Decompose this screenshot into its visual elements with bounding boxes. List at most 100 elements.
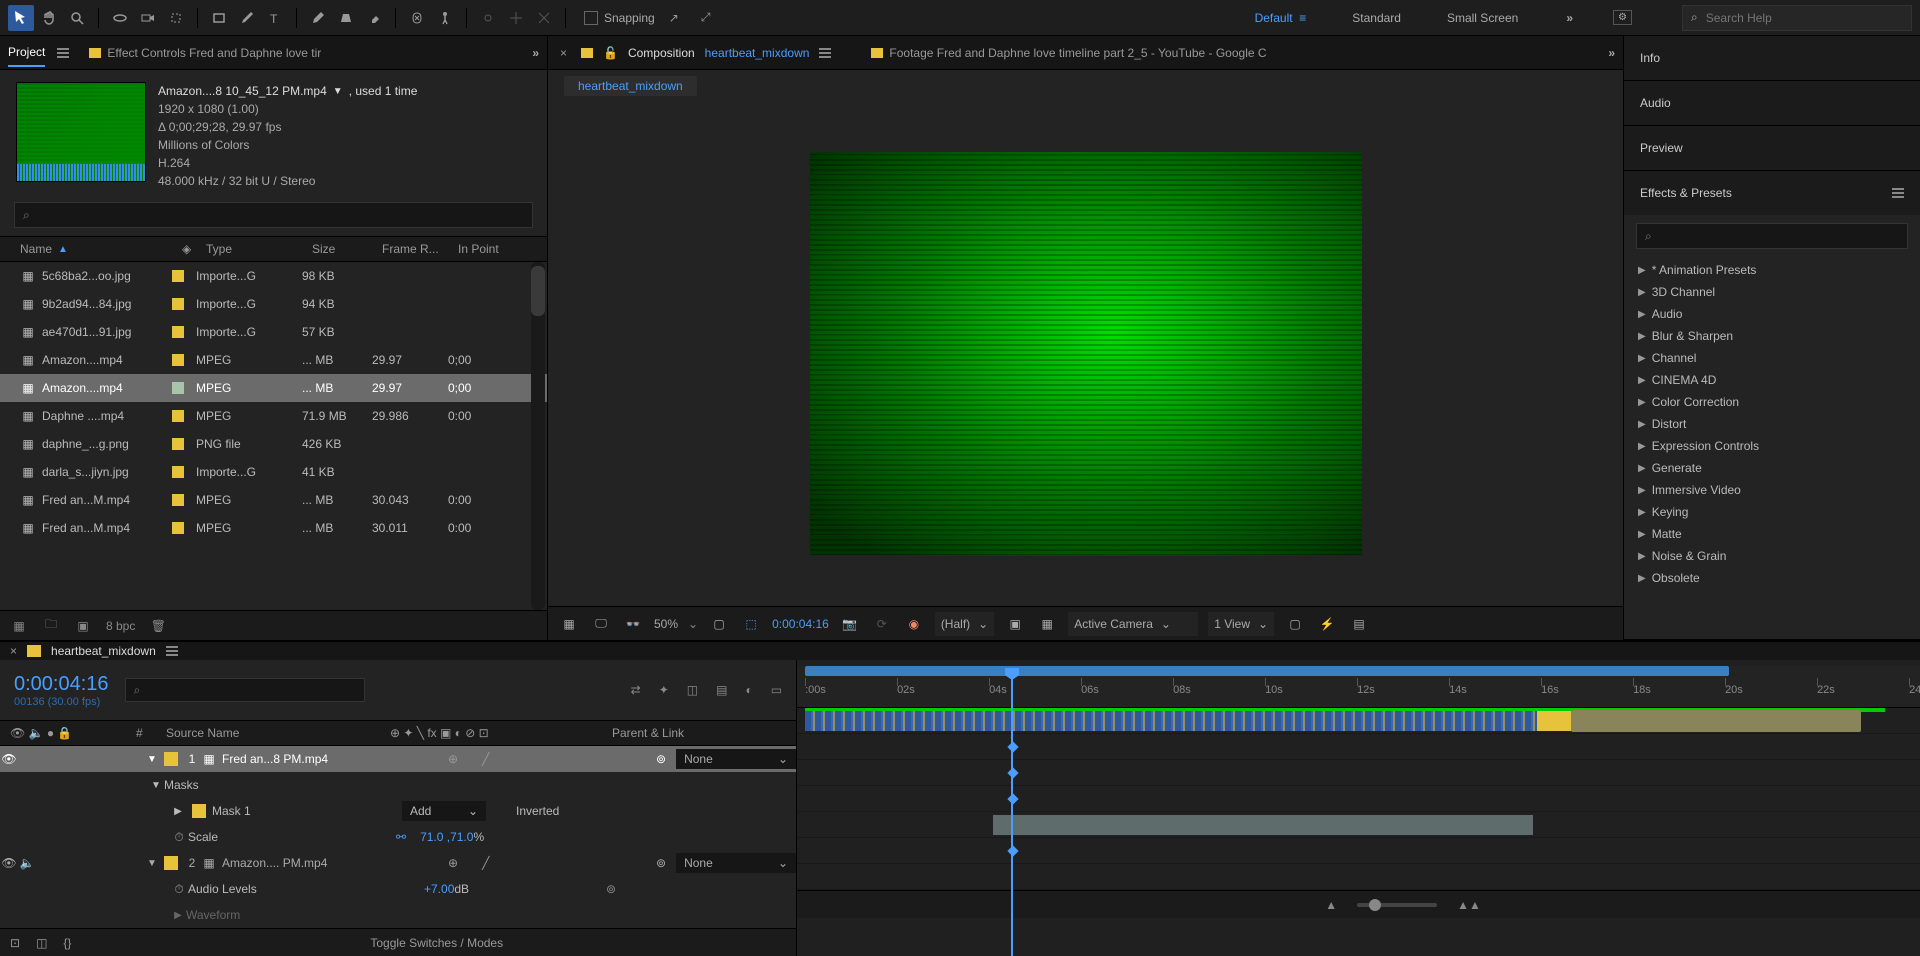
tag-swatch[interactable] — [172, 270, 184, 282]
rectangle-tool[interactable] — [206, 5, 232, 31]
project-row[interactable]: ▦ Fred an...M.mp4 MPEG ... MB 30.043 0:0… — [0, 486, 547, 514]
layer-expand-icon[interactable]: ▼ — [144, 754, 160, 765]
info-panel-header[interactable]: Info — [1624, 36, 1920, 80]
layer-tag-icon[interactable] — [164, 856, 178, 870]
tag-swatch[interactable] — [172, 382, 184, 394]
waveform-row[interactable]: ▶ Waveform — [0, 902, 796, 928]
audio-icon[interactable]: 🔈 — [18, 856, 36, 870]
effect-category[interactable]: ▶Obsolete — [1624, 567, 1920, 589]
time-ruler[interactable]: :00s02s04s06s08s10s12s14s16s18s20s22s24s — [797, 678, 1920, 708]
effect-category[interactable]: ▶* Animation Presets — [1624, 259, 1920, 281]
work-area-bar[interactable] — [797, 666, 1920, 678]
zoom-slider[interactable] — [1357, 903, 1437, 907]
playhead[interactable] — [1011, 678, 1013, 956]
track-row[interactable] — [797, 786, 1920, 812]
project-row[interactable]: ▦ daphne_...g.png PNG file 426 KB — [0, 430, 547, 458]
viewer-timecode[interactable]: 0:00:04:16 — [772, 617, 829, 631]
track-row[interactable] — [797, 708, 1920, 734]
workspace-settings-icon[interactable]: ⚙ — [1613, 10, 1632, 25]
col-type-header[interactable]: Type — [206, 242, 312, 256]
selection-tool[interactable] — [8, 5, 34, 31]
tag-swatch[interactable] — [172, 298, 184, 310]
tl-footer-icon1[interactable]: ⊡ — [10, 936, 20, 950]
close-timeline-icon[interactable]: × — [10, 644, 17, 658]
project-scrollbar[interactable] — [531, 262, 545, 610]
asset-thumbnail[interactable] — [16, 82, 146, 182]
frameblend-icon[interactable]: ▤ — [716, 683, 727, 697]
link-icon[interactable]: ⚯ — [396, 830, 406, 844]
show-snapshot-icon[interactable]: ⟳ — [871, 617, 893, 631]
expression-pickwhip-icon[interactable]: ⊚ — [606, 882, 616, 896]
timeline-layer-row[interactable]: 👁 ▼ 1 ▦Fred an...8 PM.mp4 ⊕╱ ⊚ None⌄ — [0, 746, 796, 772]
zoom-tool[interactable] — [64, 5, 90, 31]
timeline-search-input[interactable] — [125, 678, 365, 702]
tag-swatch[interactable] — [172, 354, 184, 366]
col-size-header[interactable]: Size — [312, 242, 382, 256]
effect-category[interactable]: ▶3D Channel — [1624, 281, 1920, 303]
effect-category[interactable]: ▶Blur & Sharpen — [1624, 325, 1920, 347]
workspace-standard[interactable]: Standard — [1344, 7, 1409, 29]
brush-tool[interactable] — [305, 5, 331, 31]
draft3d-icon[interactable]: ✦ — [659, 683, 669, 697]
parent-dropdown[interactable]: None⌄ — [676, 749, 796, 769]
effect-category[interactable]: ▶Generate — [1624, 457, 1920, 479]
tl-footer-icon3[interactable]: {} — [63, 936, 71, 950]
tag-swatch[interactable] — [172, 522, 184, 534]
project-row[interactable]: ▦ Fred an...M.mp4 MPEG ... MB 30.011 0:0… — [0, 514, 547, 542]
comp-more-icon[interactable]: » — [1608, 46, 1615, 60]
col-tag-header[interactable]: ◈ — [182, 242, 206, 256]
mask-icon[interactable]: ⬚ — [740, 617, 762, 631]
snapping-opt1-icon[interactable]: ↗ — [661, 5, 687, 31]
transparency-grid-icon[interactable]: ▦ — [1036, 617, 1058, 631]
mask1-row[interactable]: ▶ Mask 1 Add⌄ Inverted — [0, 798, 796, 824]
asset-dropdown-icon[interactable]: ▼ — [333, 84, 343, 99]
toggle-switches-button[interactable]: Toggle Switches / Modes — [370, 936, 503, 950]
project-row[interactable]: ▦ darla_s...jiyn.jpg Importe...G 41 KB — [0, 458, 547, 486]
inverted-label[interactable]: Inverted — [516, 804, 559, 818]
effects-panel-header[interactable]: Effects & Presets — [1624, 171, 1920, 215]
roto-tool[interactable] — [404, 5, 430, 31]
graph-icon[interactable]: ▭ — [771, 683, 782, 697]
tag-swatch[interactable] — [172, 466, 184, 478]
ruler-icon[interactable]: ▢ — [708, 617, 730, 631]
panel-more-icon[interactable]: » — [532, 46, 539, 60]
track-row[interactable] — [797, 812, 1920, 838]
scale-value[interactable]: 71.0 ,71.0 — [420, 830, 473, 844]
project-row[interactable]: ▦ 9b2ad94...84.jpg Importe...G 94 KB — [0, 290, 547, 318]
effect-category[interactable]: ▶Keying — [1624, 501, 1920, 523]
viewer-area[interactable] — [548, 102, 1623, 606]
comp-mini-flow-icon[interactable]: ⇄ — [631, 683, 641, 697]
puppet-tool[interactable] — [432, 5, 458, 31]
fast-preview-icon[interactable]: ⚡ — [1316, 617, 1338, 631]
roi-icon[interactable]: ▣ — [1004, 617, 1026, 631]
effect-controls-tab[interactable]: Effect Controls Fred and Daphne love tir — [81, 46, 321, 60]
clone-tool[interactable] — [333, 5, 359, 31]
timeline-tab-name[interactable]: heartbeat_mixdown — [51, 644, 156, 658]
effect-category[interactable]: ▶Channel — [1624, 347, 1920, 369]
zoom-value[interactable]: 50% — [654, 617, 678, 631]
monitor-icon[interactable]: 🖵 — [590, 616, 612, 631]
stopwatch-icon[interactable]: ⏱ — [170, 882, 188, 897]
stopwatch-icon[interactable]: ⏱ — [170, 830, 188, 845]
eraser-tool[interactable] — [361, 5, 387, 31]
camera-tool[interactable] — [135, 5, 161, 31]
tag-swatch[interactable] — [172, 494, 184, 506]
pan-behind-tool[interactable] — [163, 5, 189, 31]
camera-dropdown[interactable]: Active Camera⌄ — [1068, 612, 1198, 636]
col-inpoint-header[interactable]: In Point — [458, 242, 547, 256]
project-row[interactable]: ▦ Daphne ....mp4 MPEG 71.9 MB 29.986 0:0… — [0, 402, 547, 430]
snapping-toggle[interactable]: Snapping ↗ ⤢ — [584, 5, 719, 31]
hand-tool[interactable] — [36, 5, 62, 31]
visibility-icon[interactable]: 👁 — [0, 856, 18, 870]
snapping-checkbox[interactable] — [584, 11, 598, 25]
timeline-layer-row[interactable]: 👁 🔈 ▼ 2 ▦Amazon.... PM.mp4 ⊕╱ ⊚ None⌄ — [0, 850, 796, 876]
tag-swatch[interactable] — [172, 410, 184, 422]
tl-footer-icon2[interactable]: ◫ — [36, 936, 47, 950]
track-row[interactable] — [797, 864, 1920, 890]
comp-name[interactable]: heartbeat_mixdown — [705, 46, 810, 60]
snapping-opt2-icon[interactable]: ⤢ — [693, 5, 719, 31]
orbit-tool[interactable] — [107, 5, 133, 31]
audio-panel-header[interactable]: Audio — [1624, 81, 1920, 125]
new-folder-icon[interactable]: 🗀 — [42, 615, 60, 636]
pen-tool[interactable] — [234, 5, 260, 31]
